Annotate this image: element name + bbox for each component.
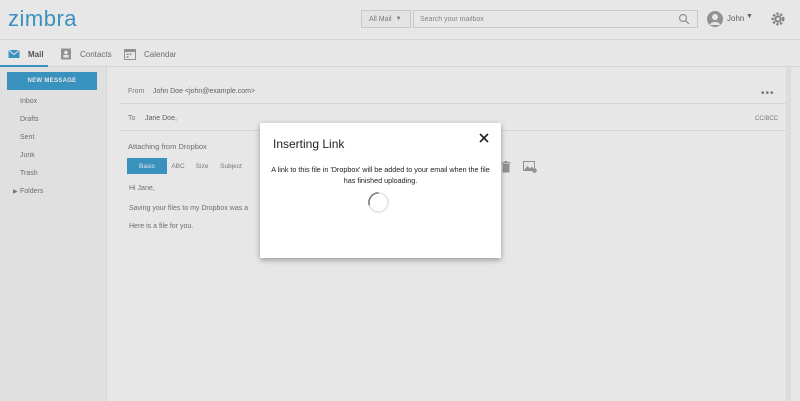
dialog-message: A link to this file in 'Dropbox' will be… [271,165,490,185]
spinner-icon [368,192,389,213]
dialog-title: Inserting Link [273,137,345,151]
close-icon[interactable] [478,132,490,144]
inserting-link-dialog: Inserting Link A link to this file in 'D… [260,123,501,258]
